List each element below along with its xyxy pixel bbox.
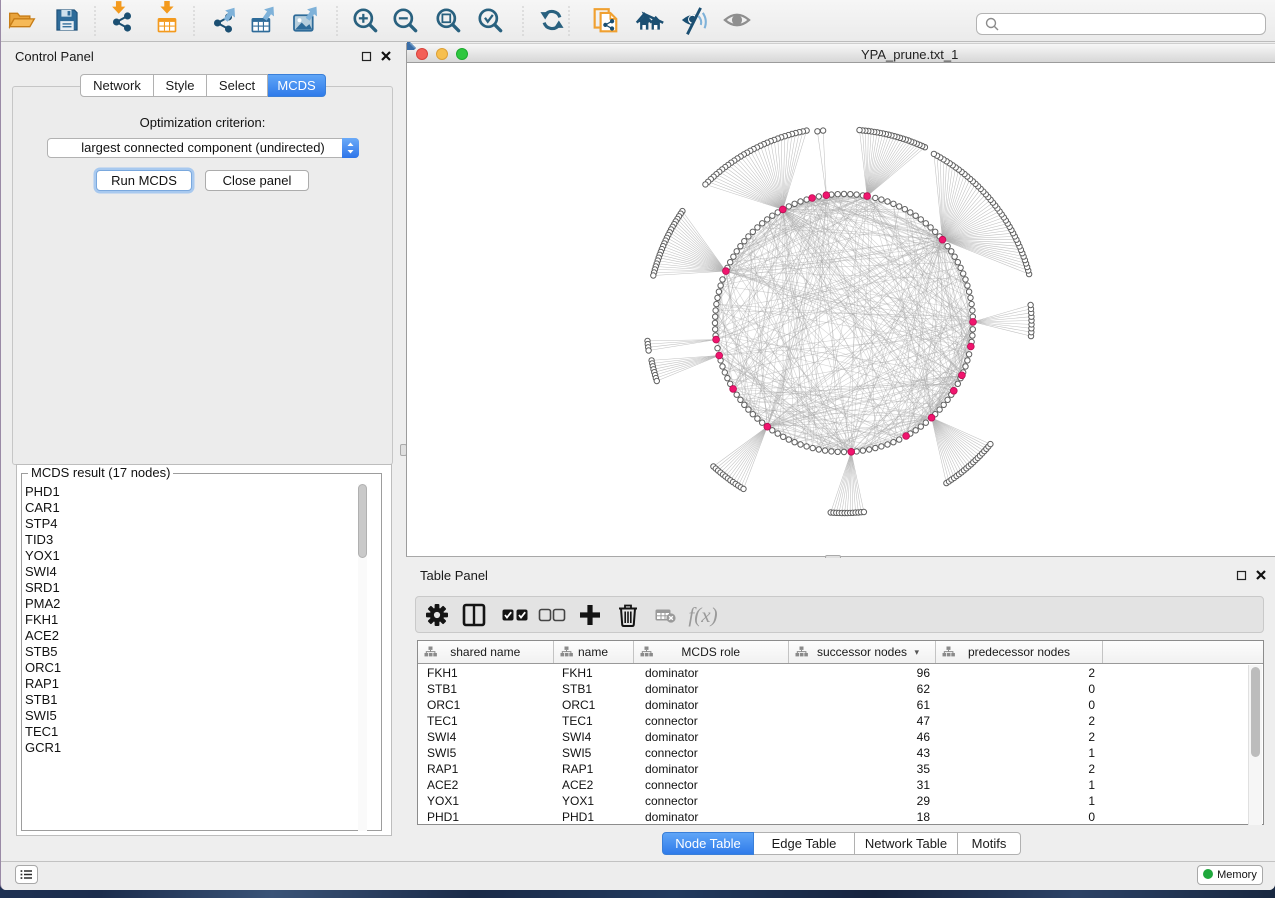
svg-text:f(x): f(x) (688, 603, 717, 627)
